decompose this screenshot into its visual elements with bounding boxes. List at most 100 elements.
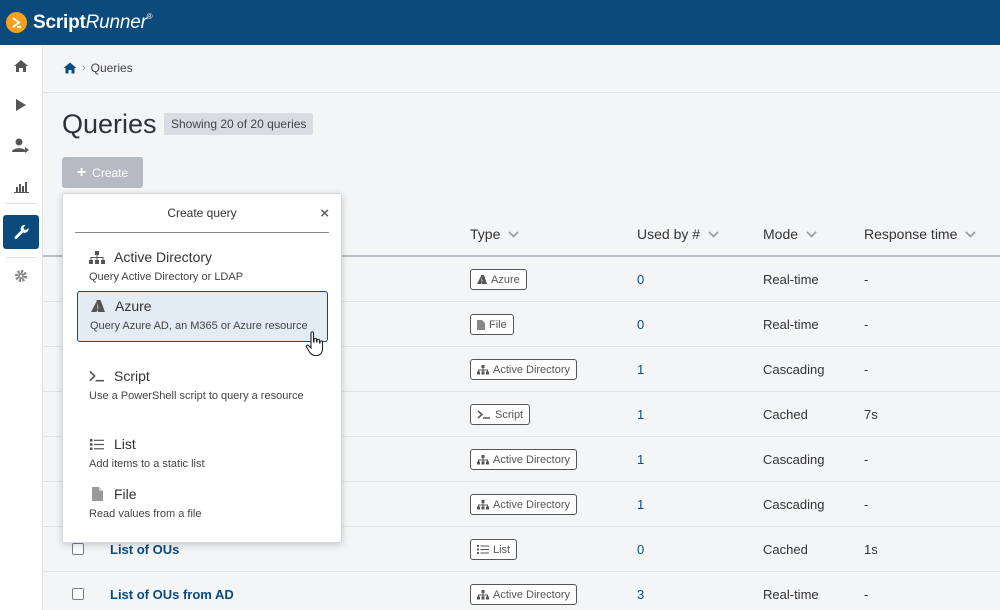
column-header-response-time[interactable]: Response time <box>864 226 976 242</box>
sitemap-icon <box>477 364 489 374</box>
menu-item-description: Query Active Directory or LDAP <box>89 271 244 283</box>
query-count-badge: Showing 20 of 20 queries <box>164 113 314 135</box>
menu-item-list[interactable]: List Add items to a static list <box>77 430 328 479</box>
query-name-link[interactable]: List of OUs from AD <box>110 572 234 610</box>
chevron-down-icon <box>806 230 817 238</box>
brand-name: ScriptRunner® <box>33 11 153 33</box>
column-header-used-by[interactable]: Used by # <box>637 226 719 242</box>
sidebar-item-configuration[interactable] <box>3 215 39 249</box>
type-tag: Azure <box>470 269 527 290</box>
used-by-count[interactable]: 1 <box>637 392 644 437</box>
plus-icon: + <box>76 163 87 181</box>
response-time-value: - <box>864 452 869 467</box>
sidebar-item-run[interactable] <box>3 88 39 122</box>
table-row[interactable]: List of OUs from AD Active Directory 3 R… <box>43 572 1000 610</box>
menu-item-title: Azure <box>115 298 152 314</box>
used-by-count[interactable]: 3 <box>637 572 644 610</box>
response-time-value: 1s <box>864 542 878 557</box>
mode-value: Real-time <box>763 317 819 332</box>
used-by-count[interactable]: 1 <box>637 482 644 527</box>
file-icon <box>477 319 485 330</box>
mode-value: Real-time <box>763 272 819 287</box>
sitemap-icon <box>477 589 489 599</box>
menu-item-description: Query Azure AD, an M365 or Azure resourc… <box>90 320 308 332</box>
sidebar-item-home[interactable] <box>3 49 39 83</box>
home-icon[interactable] <box>63 62 77 74</box>
mode-value: Cached <box>763 407 808 422</box>
response-time-value: - <box>864 272 869 287</box>
sidebar-item-reports[interactable] <box>3 170 39 204</box>
user-icon <box>12 138 29 153</box>
breadcrumb: › Queries <box>63 61 133 75</box>
gear-icon <box>15 270 27 282</box>
sidebar-item-settings[interactable] <box>3 259 39 293</box>
sitemap-icon <box>477 454 489 464</box>
menu-item-file[interactable]: File Read values from a file <box>77 480 328 529</box>
chevron-down-icon <box>965 230 976 238</box>
used-by-count[interactable]: 0 <box>637 302 644 347</box>
mode-value: Cascading <box>763 362 825 377</box>
used-by-count[interactable]: 0 <box>637 527 644 572</box>
response-time-value: - <box>864 317 869 332</box>
menu-item-script[interactable]: Script Use a PowerShell script to query … <box>77 362 328 411</box>
create-button-label: Create <box>92 165 129 180</box>
mode-value: Cascading <box>763 497 825 512</box>
mode-value: Cascading <box>763 452 825 467</box>
list-icon <box>89 437 105 451</box>
used-by-count[interactable]: 0 <box>637 257 644 302</box>
sidebar-divider <box>6 257 36 258</box>
hand-cursor-icon <box>305 331 324 357</box>
azure-icon <box>90 299 106 313</box>
create-query-menu-title: Create query <box>167 206 237 220</box>
list-icon <box>477 545 489 554</box>
type-tag: Script <box>470 404 531 425</box>
menu-item-active-directory[interactable]: Active Directory Query Active Directory … <box>77 243 328 292</box>
azure-icon <box>477 275 487 284</box>
type-tag: Active Directory <box>470 359 578 380</box>
response-time-value: - <box>864 587 869 602</box>
menu-item-azure[interactable]: Azure Query Azure AD, an M365 or Azure r… <box>77 291 328 342</box>
logo-icon <box>6 12 27 33</box>
response-time-value: 7s <box>864 407 878 422</box>
column-header-type[interactable]: Type <box>470 226 519 242</box>
terminal-icon <box>477 410 490 419</box>
row-checkbox[interactable] <box>72 588 84 600</box>
response-time-value: - <box>864 497 869 512</box>
sidebar-divider <box>6 203 36 204</box>
menu-item-title: List <box>114 436 136 452</box>
file-icon <box>89 487 105 501</box>
home-icon <box>14 60 28 72</box>
mode-value: Cached <box>763 542 808 557</box>
sidebar-item-users[interactable] <box>3 128 39 162</box>
create-button[interactable]: + Create <box>62 157 143 188</box>
page-title: Queries <box>62 109 157 139</box>
top-bar: ScriptRunner® <box>0 0 1000 45</box>
wrench-icon <box>13 224 29 239</box>
type-tag: Active Directory <box>470 449 578 470</box>
used-by-count[interactable]: 1 <box>637 347 644 392</box>
chevron-down-icon <box>708 230 719 238</box>
play-icon <box>16 99 26 111</box>
create-query-menu-header: Create query × <box>75 194 329 233</box>
menu-item-description: Read values from a file <box>89 508 202 520</box>
column-header-mode[interactable]: Mode <box>763 226 817 242</box>
close-icon[interactable]: × <box>320 205 329 222</box>
menu-item-title: Script <box>114 368 150 384</box>
terminal-icon <box>89 369 105 383</box>
chevron-right-icon: › <box>82 62 86 74</box>
breadcrumb-current: Queries <box>90 61 133 75</box>
scriptrunner-logo[interactable]: ScriptRunner® <box>6 11 153 34</box>
menu-item-title: Active Directory <box>114 249 213 265</box>
type-tag: File <box>470 314 514 335</box>
chevron-down-icon <box>508 230 519 238</box>
divider <box>43 92 1000 93</box>
create-query-menu: Create query × Active Directory Query Ac… <box>62 193 342 543</box>
used-by-count[interactable]: 1 <box>637 437 644 482</box>
chart-icon <box>13 182 29 193</box>
row-checkbox[interactable] <box>72 543 84 555</box>
menu-item-description: Use a PowerShell script to query a resou… <box>89 390 304 402</box>
menu-item-description: Add items to a static list <box>89 458 205 470</box>
sitemap-icon <box>477 499 489 509</box>
response-time-value: - <box>864 362 869 377</box>
mode-value: Real-time <box>763 587 819 602</box>
